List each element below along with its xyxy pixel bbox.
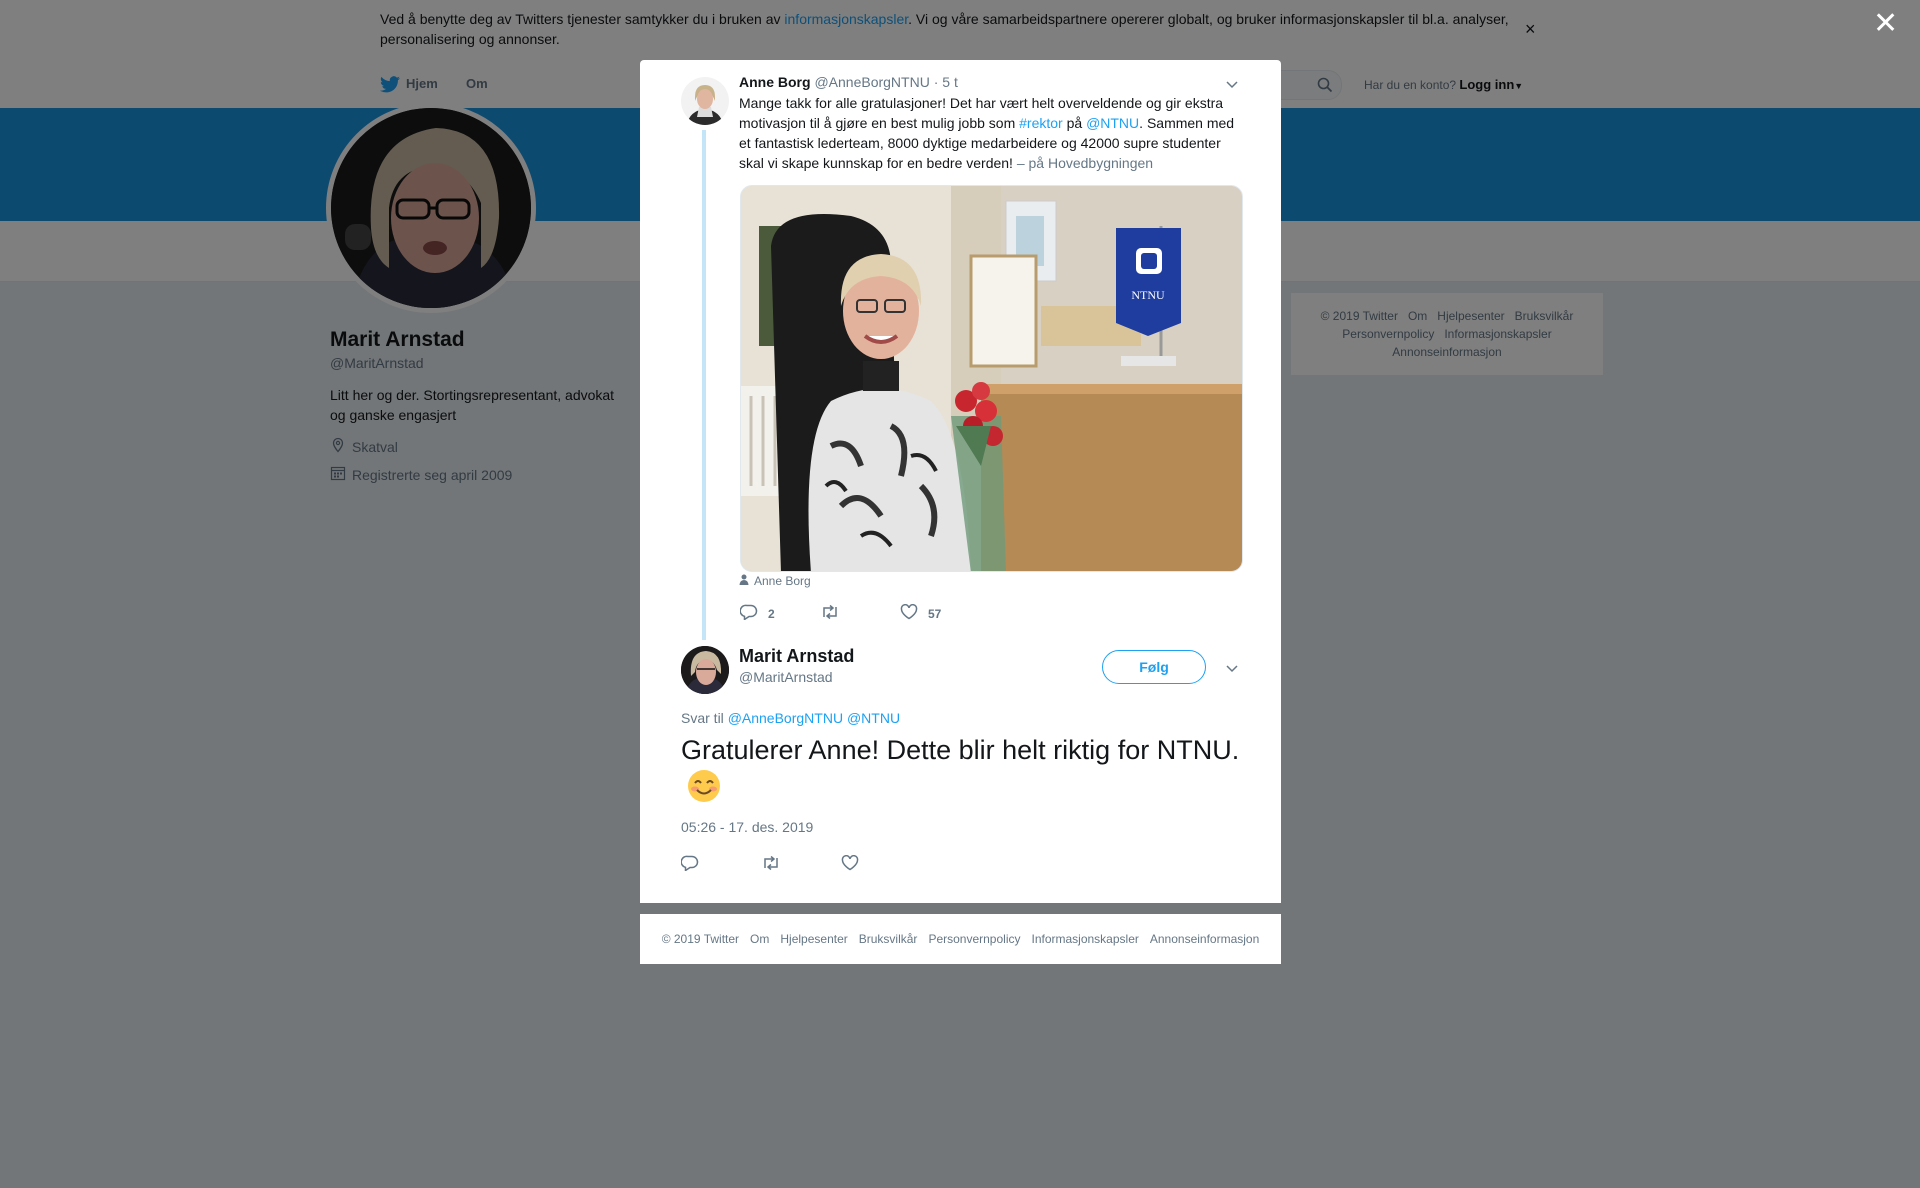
photo-tag[interactable]: Anne Borg [739, 574, 811, 588]
focused-tweet-author-handle[interactable]: @MaritArnstad [739, 669, 833, 685]
focused-tweet-text: Gratulerer Anne! Dette blir helt riktig … [681, 732, 1241, 807]
modal-overlay[interactable]: ✕ Anne Borg @AnneBorgNTNU · 5 t Mange ta… [0, 0, 1920, 1188]
parent-tweet-header: Anne Borg @AnneBorgNTNU · 5 t [739, 74, 958, 90]
like-action[interactable]: 57 [900, 604, 980, 623]
reply-icon[interactable] [739, 604, 758, 623]
footer-link-help[interactable]: Hjelpesenter [780, 932, 847, 946]
parent-tweet-author-name[interactable]: Anne Borg [739, 74, 811, 90]
focused-tweet-avatar[interactable] [681, 646, 729, 694]
tweet-modal: Anne Borg @AnneBorgNTNU · 5 t Mange takk… [640, 60, 1281, 903]
parent-tweet-time[interactable]: · 5 t [934, 74, 958, 90]
person-icon [739, 574, 749, 588]
reply-mention-link[interactable]: @NTNU [847, 710, 900, 726]
footer-link-cookies[interactable]: Informasjonskapsler [1031, 932, 1138, 946]
parent-tweet-author-handle[interactable]: @AnneBorgNTNU [814, 74, 929, 90]
flag-text: NTNU [1131, 288, 1165, 302]
footer-link-ads-info[interactable]: Annonseinformasjon [1150, 932, 1259, 946]
retweet-action[interactable] [820, 604, 900, 623]
footer-link-terms[interactable]: Bruksvilkår [859, 932, 918, 946]
heart-icon[interactable] [841, 855, 921, 876]
mention-link[interactable]: @NTNU [1086, 115, 1139, 131]
footer-link-about[interactable]: Om [750, 932, 769, 946]
like-count: 57 [928, 606, 942, 621]
reply-icon[interactable] [680, 855, 761, 876]
parent-tweet-avatar[interactable] [681, 77, 729, 125]
follow-button[interactable]: Følg [1102, 650, 1206, 684]
close-icon[interactable]: ✕ [1873, 9, 1898, 39]
tweet-timestamp[interactable]: 05:26 - 17. des. 2019 [681, 819, 813, 835]
reply-count: 2 [768, 606, 775, 621]
parent-tweet-text: Mange takk for alle gratulasjoner! Det h… [739, 95, 1235, 171]
focused-tweet-author-name[interactable]: Marit Arnstad [739, 646, 854, 667]
reply-action[interactable]: 2 [739, 604, 820, 623]
hashtag-link[interactable]: #rektor [1019, 115, 1063, 131]
heart-icon[interactable] [900, 604, 918, 623]
tweet-location-link[interactable]: – på Hovedbygningen [1017, 155, 1153, 171]
chevron-down-icon[interactable] [1225, 660, 1239, 678]
smiling-face-emoji-icon [687, 769, 721, 803]
retweet-icon[interactable] [761, 855, 841, 876]
parent-tweet-actions: 2 57 [739, 604, 980, 623]
footer-copyright: © 2019 Twitter [661, 932, 740, 946]
reply-context: Svar til @AnneBorgNTNU @NTNU [681, 710, 901, 726]
tweet-photo[interactable]: NTNU [740, 185, 1243, 572]
retweet-icon[interactable] [820, 604, 840, 623]
footer-link-privacy[interactable]: Personvernpolicy [928, 932, 1020, 946]
reply-mention-link[interactable]: @AnneBorgNTNU [728, 710, 843, 726]
thread-connector-line [702, 130, 706, 640]
chevron-down-icon[interactable] [1225, 76, 1239, 94]
focused-tweet-actions [680, 855, 921, 876]
modal-footer: © 2019 Twitter Om Hjelpesenter Bruksvilk… [640, 914, 1281, 964]
